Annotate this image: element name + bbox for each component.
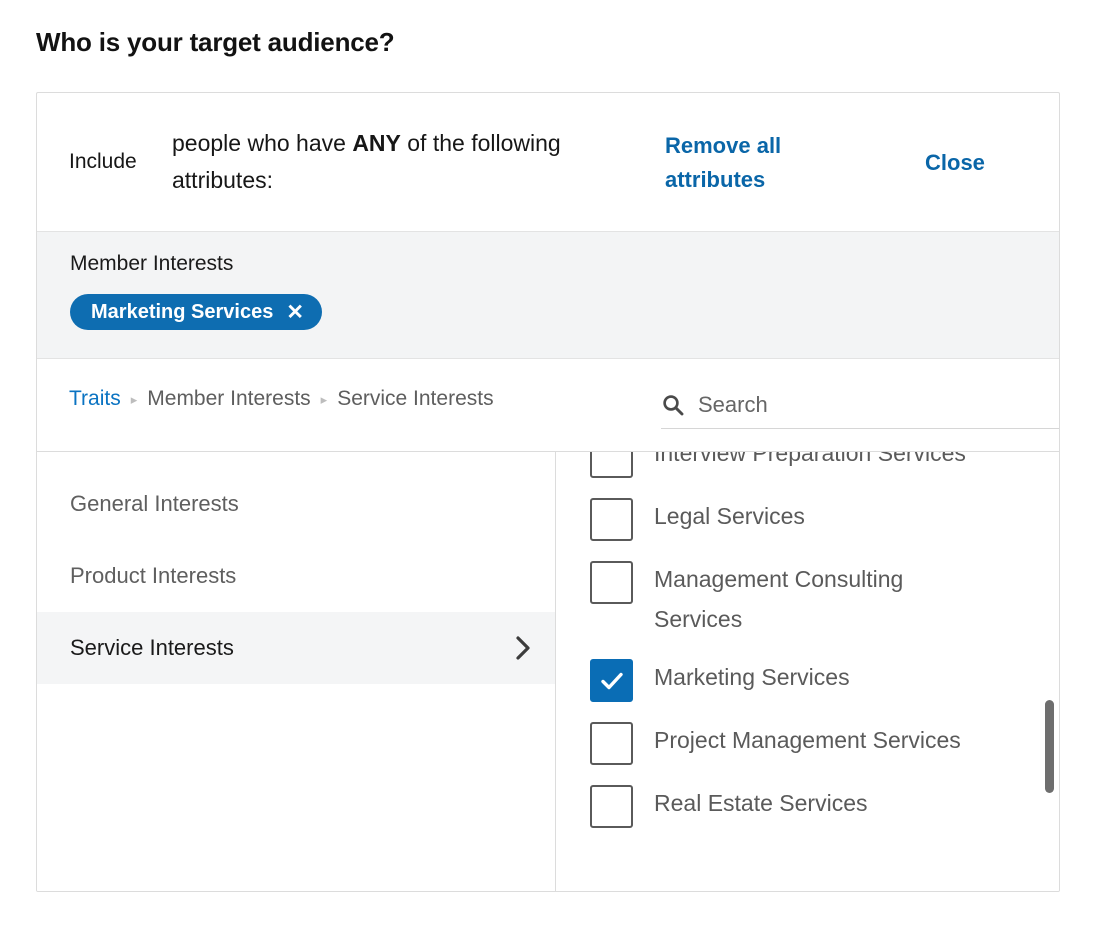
close-icon[interactable]: ✕ bbox=[286, 302, 304, 323]
option-label: Legal Services bbox=[654, 496, 805, 536]
category-label: General Interests bbox=[70, 491, 533, 517]
category-item-product-interests[interactable]: Product Interests bbox=[37, 540, 555, 612]
option-label: Project Management Services bbox=[654, 720, 961, 760]
checkbox[interactable] bbox=[590, 659, 633, 702]
option-label: Interview Preparation Services bbox=[654, 452, 966, 473]
card-header: Include people who have ANY of the follo… bbox=[37, 93, 1059, 231]
category-label: Product Interests bbox=[70, 563, 533, 589]
option-label: Management Consulting Services bbox=[654, 559, 984, 639]
category-option-panes: General Interests Product Interests Serv… bbox=[37, 452, 1059, 891]
category-list: General Interests Product Interests Serv… bbox=[37, 452, 556, 891]
page-title: Who is your target audience? bbox=[36, 27, 394, 58]
checkbox[interactable] bbox=[590, 498, 633, 541]
attribute-pill-marketing-services[interactable]: Marketing Services ✕ bbox=[70, 294, 322, 330]
option-label: Marketing Services bbox=[654, 657, 850, 697]
option-item-interview-preparation-services[interactable]: Interview Preparation Services bbox=[556, 452, 1059, 487]
checkbox[interactable] bbox=[590, 452, 633, 478]
category-item-service-interests[interactable]: Service Interests bbox=[37, 612, 555, 684]
option-item-marketing-services[interactable]: Marketing Services bbox=[556, 648, 1059, 711]
category-item-general-interests[interactable]: General Interests bbox=[37, 468, 555, 540]
search-field[interactable] bbox=[661, 381, 1060, 429]
option-label: Real Estate Services bbox=[654, 783, 867, 823]
breadcrumb-item-member-interests[interactable]: Member Interests bbox=[147, 387, 310, 411]
checkbox[interactable] bbox=[590, 561, 633, 604]
checkbox[interactable] bbox=[590, 722, 633, 765]
breadcrumb-search-row: Traits ▸ Member Interests ▸ Service Inte… bbox=[37, 359, 1059, 452]
sentence-emphasis: ANY bbox=[352, 130, 401, 156]
option-item-management-consulting-services[interactable]: Management Consulting Services bbox=[556, 550, 1059, 648]
remove-all-attributes-link[interactable]: Remove all attributes bbox=[665, 129, 840, 197]
breadcrumb-item-traits[interactable]: Traits bbox=[69, 387, 121, 411]
attribute-pill-label: Marketing Services bbox=[91, 301, 273, 324]
include-label: Include bbox=[69, 150, 137, 174]
breadcrumb-item-service-interests: Service Interests bbox=[337, 387, 493, 411]
option-list-scrollbar[interactable] bbox=[1045, 700, 1054, 793]
option-list: Interview Preparation Services Legal Ser… bbox=[556, 452, 1059, 891]
chevron-right-icon: ▸ bbox=[321, 393, 328, 406]
option-item-real-estate-services[interactable]: Real Estate Services bbox=[556, 774, 1059, 837]
search-input[interactable] bbox=[698, 392, 1028, 418]
search-icon bbox=[661, 393, 685, 417]
audience-builder-card: Include people who have ANY of the follo… bbox=[36, 92, 1060, 892]
option-list-panel: Interview Preparation Services Legal Ser… bbox=[556, 452, 1059, 891]
chevron-right-icon bbox=[513, 634, 533, 662]
selected-attributes-band: Member Interests Marketing Services ✕ bbox=[37, 231, 1059, 359]
breadcrumb: Traits ▸ Member Interests ▸ Service Inte… bbox=[69, 387, 494, 411]
close-link[interactable]: Close bbox=[925, 146, 985, 180]
checkbox[interactable] bbox=[590, 785, 633, 828]
include-sentence: people who have ANY of the following att… bbox=[172, 125, 572, 199]
option-item-legal-services[interactable]: Legal Services bbox=[556, 487, 1059, 550]
selected-group-title: Member Interests bbox=[70, 252, 233, 276]
option-item-project-management-services[interactable]: Project Management Services bbox=[556, 711, 1059, 774]
chevron-right-icon: ▸ bbox=[131, 393, 138, 406]
category-label: Service Interests bbox=[70, 635, 513, 661]
sentence-prefix: people who have bbox=[172, 130, 352, 156]
